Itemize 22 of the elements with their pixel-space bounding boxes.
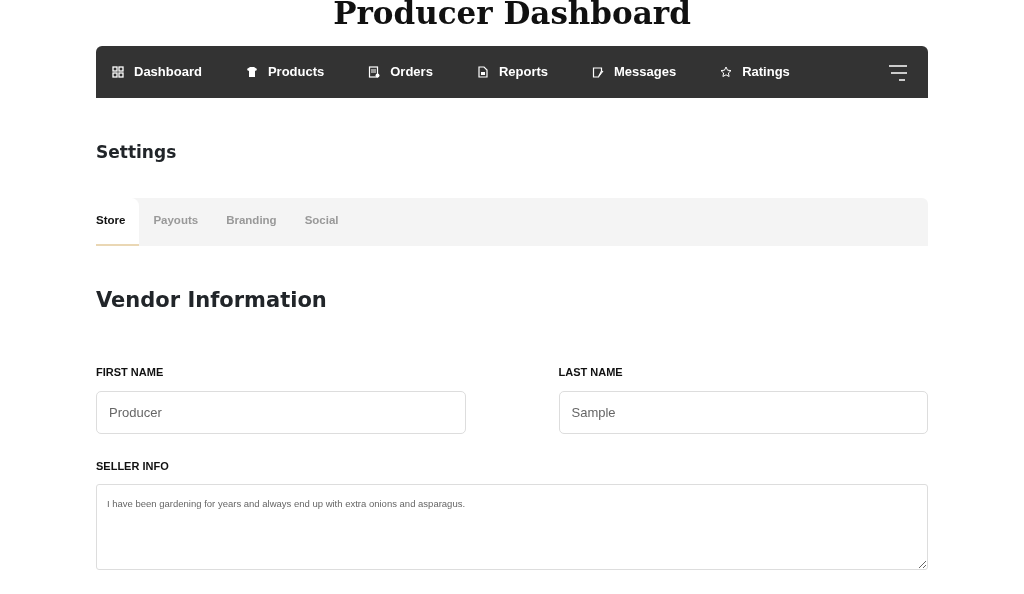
input-field[interactable]: Producer [96,390,466,434]
field-label: SELLER INFO [96,458,170,474]
text-area[interactable]: I have been gardening for years and always end up with extra onions and asparagus. [96,484,928,570]
nav-link[interactable]: Ratings [720,62,790,82]
nav-link[interactable]: Dashboard [112,62,202,82]
field-label: FIRST NAME [96,365,165,380]
section-title: Settings [96,142,178,164]
input-field[interactable]: Sample [558,390,928,434]
star-icon [720,66,733,78]
grid-icon [112,66,124,78]
nav-link[interactable]: Messages [592,62,677,82]
form-heading: Vendor Information [96,288,328,314]
nav-link[interactable]: Reports [476,62,548,82]
tab[interactable]: Store [96,198,140,246]
document-icon [476,66,489,78]
shirt-icon [245,66,258,78]
page-title: Producer Dashboard [332,0,692,33]
nav-link[interactable]: Orders [368,62,433,82]
note-icon [592,66,604,78]
nav-link[interactable]: Products [245,62,325,82]
field-label: LAST NAME [558,365,624,380]
list-icon [368,66,381,78]
